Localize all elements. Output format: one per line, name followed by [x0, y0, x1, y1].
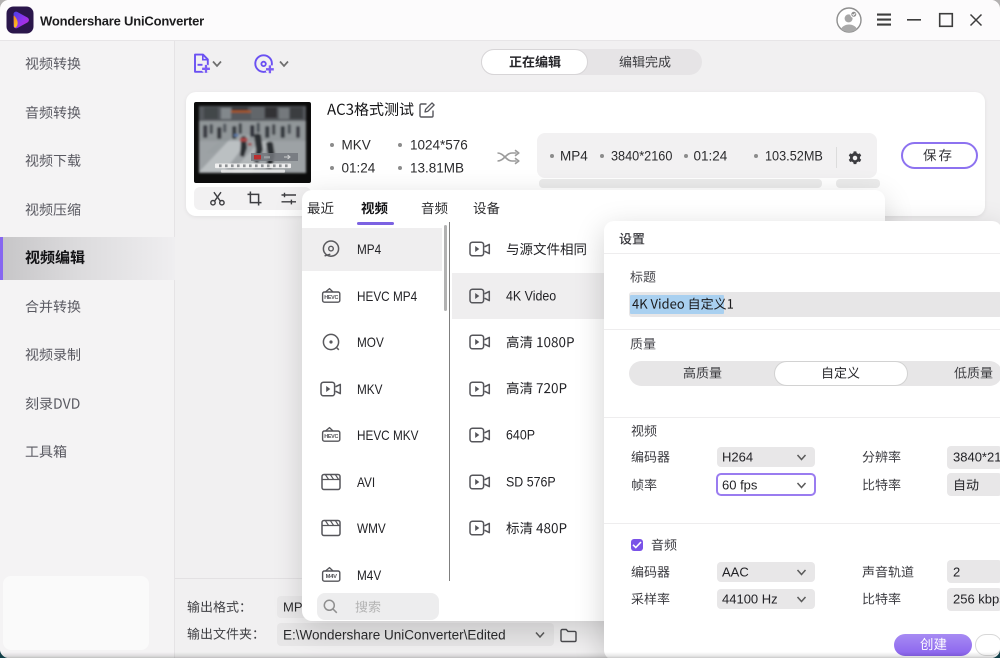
- svg-text:HEVC: HEVC: [324, 295, 338, 301]
- svg-text:HEVC: HEVC: [324, 434, 338, 440]
- svg-text:M4V: M4V: [325, 574, 336, 580]
